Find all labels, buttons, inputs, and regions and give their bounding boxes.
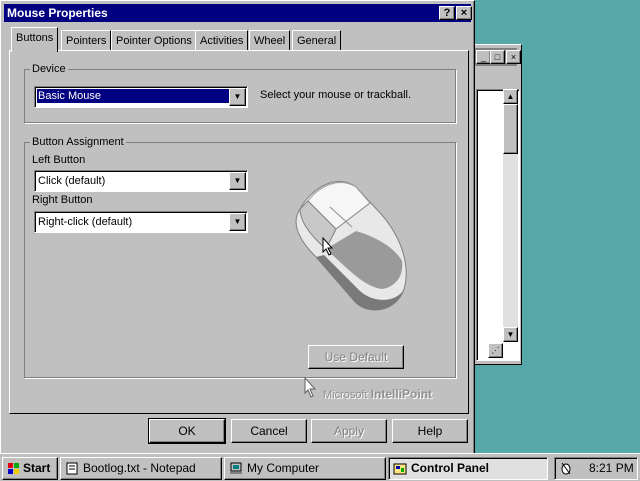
start-button[interactable]: Start — [2, 457, 58, 480]
device-selected-value: Basic Mouse — [38, 90, 101, 102]
cancel-button[interactable]: Cancel — [231, 419, 307, 443]
taskbar-item-notepad[interactable]: Bootlog.txt - Notepad — [60, 457, 222, 480]
tab-activities[interactable]: Activities — [195, 30, 249, 51]
ok-button[interactable]: OK — [148, 418, 226, 444]
tab-buttons[interactable]: Buttons — [11, 27, 59, 52]
taskbar-item-label: My Computer — [247, 461, 320, 475]
mouse-properties-dialog: Mouse Properties ? × Buttons Pointers Po… — [0, 0, 475, 455]
chevron-down-icon[interactable]: ▼ — [229, 213, 246, 231]
mouse-tray-icon[interactable] — [559, 462, 573, 475]
tab-panel: Device Basic Mouse ▼ Select your mouse o… — [9, 50, 469, 414]
notepad-icon — [66, 462, 78, 475]
chevron-down-icon[interactable]: ▼ — [229, 172, 246, 190]
maximize-icon[interactable]: □ — [490, 50, 505, 64]
tab-wheel[interactable]: Wheel — [249, 30, 291, 51]
button-assignment-label: Button Assignment — [30, 136, 126, 148]
brand-name: IntelliPoint — [370, 387, 433, 401]
vertical-scrollbar[interactable]: ▲ ▼ — [503, 89, 518, 342]
close-icon[interactable]: × — [456, 6, 472, 20]
resize-grip-icon[interactable]: ⋰ — [488, 343, 503, 358]
system-tray: 8:21 PM — [554, 457, 638, 480]
brand-logo: Microsoft IntelliPoint — [323, 387, 432, 401]
device-select[interactable]: Basic Mouse ▼ — [34, 86, 248, 108]
left-button-label: Left Button — [32, 154, 86, 166]
intellipoint-cursor-icon — [304, 377, 317, 398]
right-button-label: Right Button — [32, 194, 93, 206]
help-button[interactable]: Help — [392, 419, 468, 443]
device-selected-highlight: Basic Mouse — [37, 89, 229, 103]
left-button-select[interactable]: Click (default) ▼ — [34, 170, 248, 192]
apply-button[interactable]: Apply — [311, 419, 387, 443]
taskbar-item-control-panel[interactable]: Control Panel — [388, 457, 548, 480]
use-default-button[interactable]: Use Default — [308, 345, 404, 369]
computer-icon — [230, 462, 242, 475]
tab-pointer-options[interactable]: Pointer Options — [111, 30, 197, 51]
scroll-down-icon[interactable]: ▼ — [503, 327, 518, 342]
mouse-illustration-icon — [295, 181, 407, 311]
control-panel-icon — [393, 463, 407, 475]
start-label: Start — [23, 461, 51, 475]
left-button-value: Click (default) — [38, 175, 106, 187]
chevron-down-icon[interactable]: ▼ — [229, 88, 246, 106]
cursor-icon — [322, 237, 334, 256]
scroll-thumb[interactable] — [503, 104, 518, 154]
taskbar-item-label: Control Panel — [411, 461, 490, 475]
clock[interactable]: 8:21 PM — [589, 461, 634, 475]
brand-prefix: Microsoft — [323, 389, 368, 401]
windows-logo-icon — [8, 463, 19, 475]
dialog-title: Mouse Properties — [7, 6, 108, 20]
tab-pointers[interactable]: Pointers — [61, 30, 112, 51]
device-hint: Select your mouse or trackball. — [260, 89, 412, 101]
tab-general[interactable]: General — [292, 30, 342, 51]
taskbar-item-label: Bootlog.txt - Notepad — [83, 461, 196, 475]
scroll-up-icon[interactable]: ▲ — [503, 89, 518, 104]
right-button-select[interactable]: Right-click (default) ▼ — [34, 211, 248, 233]
close-icon[interactable]: × — [506, 50, 521, 64]
minimize-icon[interactable]: _ — [476, 50, 491, 64]
help-icon[interactable]: ? — [439, 6, 455, 20]
dialog-titlebar[interactable]: Mouse Properties ? × — [4, 4, 472, 22]
background-window: _ □ × ▲ ▼ ⋰ — [473, 44, 522, 365]
device-group-label: Device — [30, 63, 68, 75]
right-button-value: Right-click (default) — [38, 216, 133, 228]
taskbar-item-my-computer[interactable]: My Computer — [224, 457, 386, 480]
taskbar: Start Bootlog.txt - Notepad My Computer … — [0, 453, 640, 481]
